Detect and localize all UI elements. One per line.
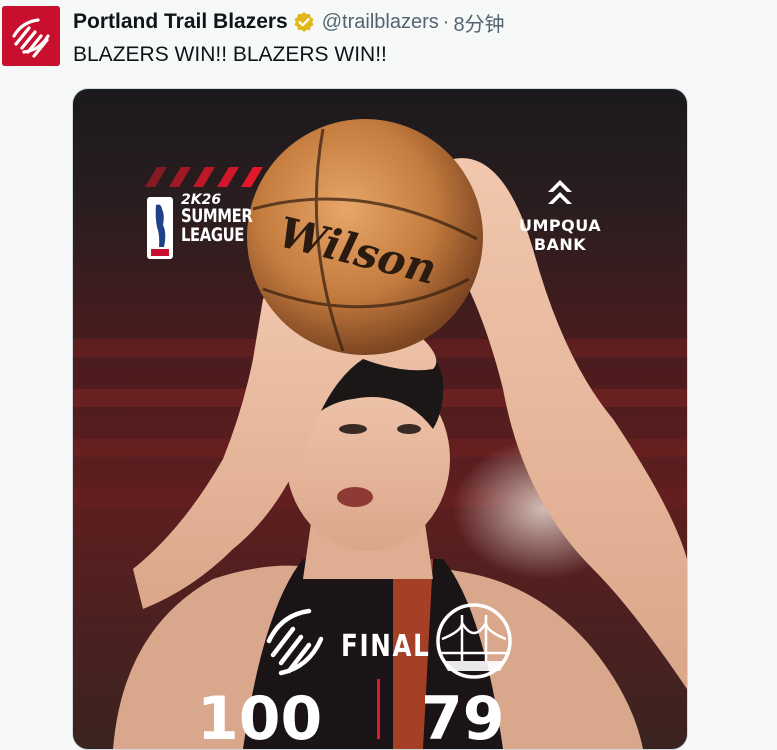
- away-score: 79: [421, 684, 505, 750]
- tweet-header: Portland Trail Blazers @trailblazers · 8…: [73, 8, 505, 37]
- golden-state-bridge-icon: [436, 603, 512, 679]
- nba-logo-icon: [147, 197, 173, 259]
- tweet-text: BLAZERS WIN!! BLAZERS WIN!!: [73, 43, 387, 66]
- sponsor-line-1: UMPQUA: [519, 216, 602, 235]
- separator-dot: ·: [442, 10, 450, 33]
- trail-blazers-pinwheel-icon: [266, 608, 324, 676]
- tweet[interactable]: Portland Trail Blazers @trailblazers · 8…: [0, 0, 777, 750]
- score-divider: [377, 679, 380, 739]
- summer-league-logo: 2K26 SUMMER LEAGUE: [181, 193, 273, 245]
- trail-blazers-pinwheel-icon: [2, 6, 60, 66]
- author-handle[interactable]: @trailblazers: [322, 11, 439, 34]
- tweet-media-image[interactable]: Wilson 2K26 SUMMER LEAGUE UMPQUA BANK FI…: [72, 88, 688, 750]
- home-score: 100: [197, 684, 323, 750]
- sponsor-name: UMPQUA BANK: [519, 216, 601, 254]
- tweet-timestamp[interactable]: 8分钟: [453, 8, 504, 37]
- umpqua-bank-icon: [548, 180, 572, 204]
- avatar[interactable]: [2, 6, 60, 66]
- summer-league-stripes-icon: [145, 167, 263, 187]
- verified-badge-icon[interactable]: [293, 11, 315, 33]
- league-line-league: LEAGUE: [181, 224, 245, 246]
- sponsor-line-2: BANK: [533, 235, 587, 254]
- game-status: FINAL: [341, 629, 431, 664]
- author-display-name[interactable]: Portland Trail Blazers: [73, 10, 288, 34]
